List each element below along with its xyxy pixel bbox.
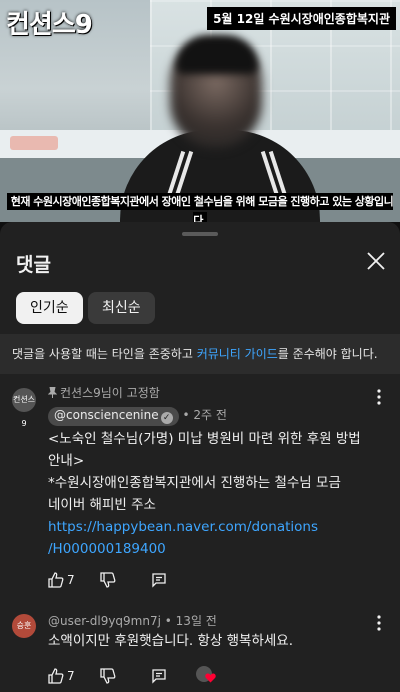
comment-time: • 13일 전	[164, 614, 217, 628]
avatar[interactable]: 컨션스9	[12, 388, 36, 428]
donation-link[interactable]: https://happybean.naver.com/donations	[48, 516, 378, 538]
like-count: 7	[67, 669, 75, 683]
close-icon[interactable]	[366, 251, 386, 271]
more-vert-icon[interactable]	[376, 388, 382, 406]
comments-panel: 댓글 인기순 최신순 댓글을 사용할 때는 타인을 존중하고 커뮤니티 가이드를…	[0, 222, 400, 692]
pinned-text: 컨션스9님이 고정함	[60, 386, 160, 400]
comment-actions: 7	[48, 666, 378, 686]
dislike-icon[interactable]	[100, 570, 116, 590]
video-player[interactable]: 컨션스9 5월 12일 수원시장애인종합복지관 현재 수원시장애인종합복지관에서…	[0, 0, 400, 222]
comment-line: 소액이지만 후원햇습니다. 항상 행복하세요.	[48, 633, 294, 649]
like-count: 7	[67, 573, 75, 587]
verified-check-icon: ✓	[160, 412, 173, 424]
comment-actions: 7	[48, 570, 378, 590]
drag-handle[interactable]	[182, 232, 218, 236]
community-notice: 댓글을 사용할 때는 타인을 존중하고 커뮤니티 가이드를 준수해야 합니다.	[0, 334, 400, 374]
video-subtitle-text: 현재 수원시장애인종합복지관에서 장애인 철수님을 위해 모금을 진행하고 있는…	[6, 193, 394, 222]
comment-time: • 2주 전	[182, 408, 227, 422]
comment-body: <노숙인 철수님(가명) 미납 병원비 마련 위한 후원 방법 안내> *수원시…	[48, 428, 378, 560]
dislike-icon[interactable]	[100, 666, 116, 686]
avatar[interactable]: 승훈	[12, 614, 36, 638]
video-top-caption: 5월 12일 수원시장애인종합복지관	[207, 7, 396, 30]
channel-logo: 컨션스9	[6, 10, 93, 40]
donation-link-cont[interactable]: /H000000189400	[48, 538, 378, 560]
community-guidelines-link[interactable]: 커뮤니티 가이드	[197, 347, 278, 361]
video-object	[10, 136, 58, 150]
comment-line: *수원시장애인종합복지관에서 진행하는 철수님 모금	[48, 475, 341, 491]
author-name[interactable]: @user-dl9yq9mn7j	[48, 614, 161, 628]
comment-body: 소액이지만 후원햇습니다. 항상 행복하세요.	[48, 630, 378, 652]
author-name: @consciencenine	[54, 408, 159, 422]
sort-newest-chip[interactable]: 최신순	[88, 292, 155, 324]
pinned-label: 컨션스9님이 고정함	[47, 384, 160, 401]
comment-author-line: @user-dl9yq9mn7j • 13일 전	[48, 612, 217, 629]
reply-icon[interactable]	[152, 570, 166, 590]
pin-icon	[47, 386, 58, 398]
notice-text-end: 를 준수해야 합니다.	[277, 347, 378, 361]
comment-line: <노숙인 철수님(가명) 미납 병원비 마련 위한 후원 방법	[48, 431, 361, 447]
like-icon[interactable]	[48, 666, 64, 686]
author-badge[interactable]: @consciencenine ✓	[48, 407, 179, 426]
notice-text: 댓글을 사용할 때는 타인을 존중하고	[12, 347, 197, 361]
blurred-hair	[176, 36, 258, 74]
comment-line: 네이버 해피빈 주소	[48, 497, 156, 513]
heart-icon	[205, 673, 216, 683]
video-subtitle: 현재 수원시장애인종합복지관에서 장애인 철수님을 위해 모금을 진행하고 있는…	[0, 190, 400, 222]
reply-icon[interactable]	[152, 666, 166, 686]
comments-title: 댓글	[16, 254, 51, 276]
comment-author-line: @consciencenine ✓ • 2주 전	[48, 406, 227, 426]
like-icon[interactable]	[48, 570, 64, 590]
sort-popular-chip[interactable]: 인기순	[16, 292, 83, 324]
comment-line: 안내>	[48, 453, 85, 469]
creator-heart	[196, 666, 220, 686]
